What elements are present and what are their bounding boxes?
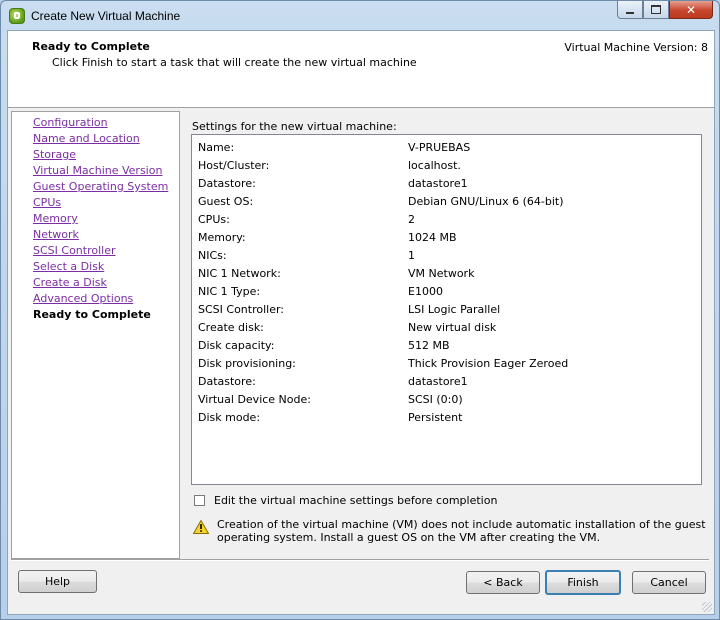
window-controls: ✕ (617, 1, 713, 21)
summary-value: LSI Logic Parallel (408, 303, 501, 316)
summary-row: Name: V-PRUEBAS (198, 141, 698, 159)
summary-value: New virtual disk (408, 321, 497, 334)
summary-key: Memory: (198, 231, 246, 244)
vsphere-app-icon (9, 8, 25, 24)
summary-row: CPUs: 2 (198, 213, 698, 231)
nav-step-advanced-options[interactable]: Advanced Options (33, 292, 133, 305)
nav-step-cpus[interactable]: CPUs (33, 196, 61, 209)
summary-key: Disk mode: (198, 411, 261, 424)
summary-key: NIC 1 Type: (198, 285, 261, 298)
summary-value: Debian GNU/Linux 6 (64-bit) (408, 195, 564, 208)
summary-key: Datastore: (198, 177, 256, 190)
resize-grip[interactable] (702, 602, 712, 612)
summary-value: 512 MB (408, 339, 450, 352)
summary-key: Disk provisioning: (198, 357, 296, 370)
nav-step-memory[interactable]: Memory (33, 212, 78, 225)
summary-value: 1 (408, 249, 415, 262)
summary-key: CPUs: (198, 213, 230, 226)
edit-settings-option[interactable]: Edit the virtual machine settings before… (194, 494, 497, 507)
minimize-icon (626, 11, 634, 14)
footer-divider (11, 559, 709, 561)
back-button[interactable]: < Back (466, 571, 540, 594)
summary-row: Create disk: New virtual disk (198, 321, 698, 339)
summary-row: Datastore: datastore1 (198, 375, 698, 393)
summary-row: NICs: 1 (198, 249, 698, 267)
summary-key: Guest OS: (198, 195, 254, 208)
nav-step-guest-os[interactable]: Guest Operating System (33, 180, 168, 193)
title-bar[interactable]: Create New Virtual Machine ✕ (1, 1, 719, 31)
summary-row: Disk mode: Persistent (198, 411, 698, 429)
wizard-window: Create New Virtual Machine ✕ Ready to Co… (0, 0, 720, 620)
nav-step-create-disk[interactable]: Create a Disk (33, 276, 107, 289)
summary-value: datastore1 (408, 375, 468, 388)
maximize-button[interactable] (643, 1, 669, 19)
warning-icon (193, 520, 209, 534)
nav-step-ready-to-complete: Ready to Complete (33, 308, 151, 321)
window-title: Create New Virtual Machine (31, 9, 181, 23)
close-icon: ✕ (685, 2, 697, 17)
summary-row: SCSI Controller: LSI Logic Parallel (198, 303, 698, 321)
nav-step-configuration[interactable]: Configuration (33, 116, 108, 129)
summary-key: Disk capacity: (198, 339, 275, 352)
summary-row: Host/Cluster: localhost. (198, 159, 698, 177)
finish-button[interactable]: Finish (545, 570, 621, 595)
wizard-client-area: Ready to Complete Click Finish to start … (7, 30, 715, 615)
nav-step-storage[interactable]: Storage (33, 148, 76, 161)
summary-key: Create disk: (198, 321, 264, 334)
summary-key: Datastore: (198, 375, 256, 388)
summary-value: Persistent (408, 411, 463, 424)
summary-row: NIC 1 Network: VM Network (198, 267, 698, 285)
summary-value: 2 (408, 213, 415, 226)
nav-step-vm-version[interactable]: Virtual Machine Version (33, 164, 162, 177)
nav-step-name-and-location[interactable]: Name and Location (33, 132, 140, 145)
summary-value: 1024 MB (408, 231, 457, 244)
summary-row: Virtual Device Node: SCSI (0:0) (198, 393, 698, 411)
summary-value: localhost. (408, 159, 461, 172)
warning-message: Creation of the virtual machine (VM) doe… (217, 518, 706, 544)
maximize-icon (651, 5, 661, 14)
nav-step-select-disk[interactable]: Select a Disk (33, 260, 104, 273)
page-subtitle: Click Finish to start a task that will c… (52, 56, 417, 69)
summary-key: NICs: (198, 249, 227, 262)
page-title: Ready to Complete (32, 40, 150, 53)
vm-version-label: Virtual Machine Version: 8 (564, 41, 708, 54)
summary-key: Virtual Device Node: (198, 393, 311, 406)
settings-summary-list[interactable]: Name: V-PRUEBAS Host/Cluster: localhost. D… (191, 134, 702, 485)
summary-key: SCSI Controller: (198, 303, 285, 316)
summary-value: datastore1 (408, 177, 468, 190)
summary-row: Memory: 1024 MB (198, 231, 698, 249)
edit-settings-checkbox[interactable] (194, 495, 205, 506)
cancel-button[interactable]: Cancel (632, 571, 706, 594)
summary-value: V-PRUEBAS (408, 141, 471, 154)
edit-settings-label[interactable]: Edit the virtual machine settings before… (214, 494, 497, 507)
wizard-steps-nav: Configuration Name and Location Storage … (11, 111, 180, 559)
nav-step-scsi-controller[interactable]: SCSI Controller (33, 244, 116, 257)
summary-key: Host/Cluster: (198, 159, 270, 172)
summary-key: Name: (198, 141, 235, 154)
summary-value: Thick Provision Eager Zeroed (408, 357, 569, 370)
minimize-button[interactable] (617, 1, 643, 19)
wizard-header: Ready to Complete Click Finish to start … (8, 31, 714, 108)
summary-row: Disk capacity: 512 MB (198, 339, 698, 357)
summary-value: SCSI (0:0) (408, 393, 463, 406)
summary-row: NIC 1 Type: E1000 (198, 285, 698, 303)
summary-row: Disk provisioning: Thick Provision Eager … (198, 357, 698, 375)
summary-key: NIC 1 Network: (198, 267, 281, 280)
nav-step-network[interactable]: Network (33, 228, 79, 241)
summary-row: Guest OS: Debian GNU/Linux 6 (64-bit) (198, 195, 698, 213)
summary-heading: Settings for the new virtual machine: (192, 120, 397, 133)
close-button[interactable]: ✕ (669, 1, 713, 19)
summary-value: VM Network (408, 267, 475, 280)
help-button[interactable]: Help (18, 570, 97, 593)
summary-value: E1000 (408, 285, 443, 298)
summary-row: Datastore: datastore1 (198, 177, 698, 195)
